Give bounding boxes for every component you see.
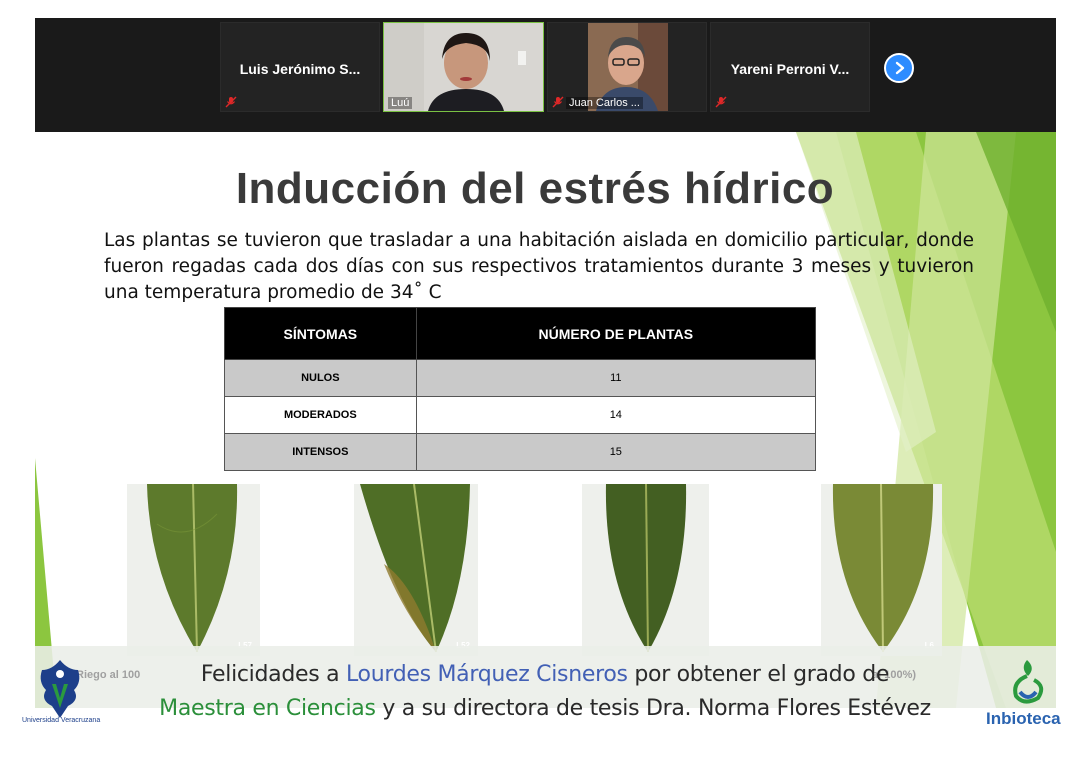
participant-tile-2[interactable]: Luú xyxy=(383,22,544,112)
leaf-image xyxy=(127,484,260,656)
banner-text: Felicidades a xyxy=(200,662,346,687)
participant-name: Yareni Perroni V... xyxy=(730,61,850,77)
slide-body-text: Las plantas se tuvieron que trasladar a … xyxy=(104,230,974,303)
participant-name: Juan Carlos ... xyxy=(566,97,643,109)
count-cell: 15 xyxy=(415,433,817,471)
muted-mic-icon xyxy=(225,96,237,108)
table-row: INTENSOS 15 xyxy=(224,433,817,471)
symptom-cell: NULOS xyxy=(224,359,417,397)
banner-line-1: Felicidades a Lourdes Márquez Cisneros p… xyxy=(0,662,1090,687)
screen: Luis Jerónimo S... Luú Juan Carlos ... Y… xyxy=(0,0,1090,760)
table-header-count: NÚMERO DE PLANTAS xyxy=(415,307,817,360)
participant-name: Luis Jerónimo S... xyxy=(239,61,361,77)
symptom-cell: MODERADOS xyxy=(224,396,417,434)
shared-screen-slide: Inducción del estrés hídrico Las plantas… xyxy=(35,132,1056,708)
participant-tile-4[interactable]: Yareni Perroni V... xyxy=(710,22,870,112)
table-row: NULOS 11 xyxy=(224,359,817,397)
participant-gallery: Luis Jerónimo S... Luú Juan Carlos ... Y… xyxy=(35,18,1056,132)
leaf-image xyxy=(821,484,942,656)
banner-text: por obtener el grado de xyxy=(627,662,890,687)
slide-title: Inducción del estrés hídrico xyxy=(235,164,835,213)
muted-mic-icon xyxy=(552,96,564,108)
symptoms-table: SÍNTOMAS NÚMERO DE PLANTAS NULOS 11 MODE… xyxy=(224,307,817,471)
leaf-photo-4: L6 xyxy=(821,484,942,656)
graduate-name: Lourdes Márquez Cisneros xyxy=(345,662,628,687)
participant-tile-1[interactable]: Luis Jerónimo S... xyxy=(220,22,380,112)
table-row: MODERADOS 14 xyxy=(224,396,817,434)
leaf-image xyxy=(354,484,478,656)
participant-tile-3[interactable]: Juan Carlos ... xyxy=(547,22,707,112)
director-name: Dra. Norma Flores Estévez xyxy=(645,696,931,721)
congratulations-banner: Riego al 100 al 100%) Universidad Veracr… xyxy=(0,646,1090,728)
banner-text: y a su directora de tesis xyxy=(375,696,646,721)
zoom-meeting-window: Luis Jerónimo S... Luú Juan Carlos ... Y… xyxy=(35,18,1056,708)
leaf-photo-1: L57 xyxy=(127,484,260,656)
leaf-photo-3 xyxy=(582,484,709,656)
participant-name: Luú xyxy=(388,97,413,109)
symptom-cell: INTENSOS xyxy=(224,433,417,471)
next-page-button[interactable] xyxy=(884,53,914,83)
muted-mic-icon xyxy=(715,96,727,108)
leaf-photo-2: L52 xyxy=(354,484,478,656)
table-header-symptoms: SÍNTOMAS xyxy=(224,307,417,360)
chevron-right-icon xyxy=(895,61,905,75)
count-cell: 11 xyxy=(415,359,817,397)
degree-name: Maestra en Ciencias xyxy=(159,696,376,721)
banner-line-2: Maestra en Ciencias y a su directora de … xyxy=(0,696,1090,721)
count-cell: 14 xyxy=(415,396,817,434)
leaf-image xyxy=(582,484,709,656)
